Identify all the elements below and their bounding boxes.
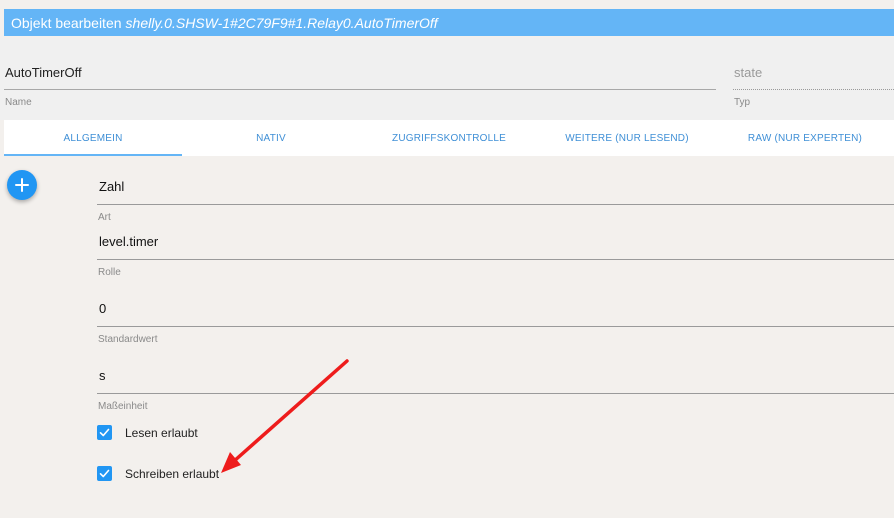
arrow-icon — [221, 359, 349, 473]
